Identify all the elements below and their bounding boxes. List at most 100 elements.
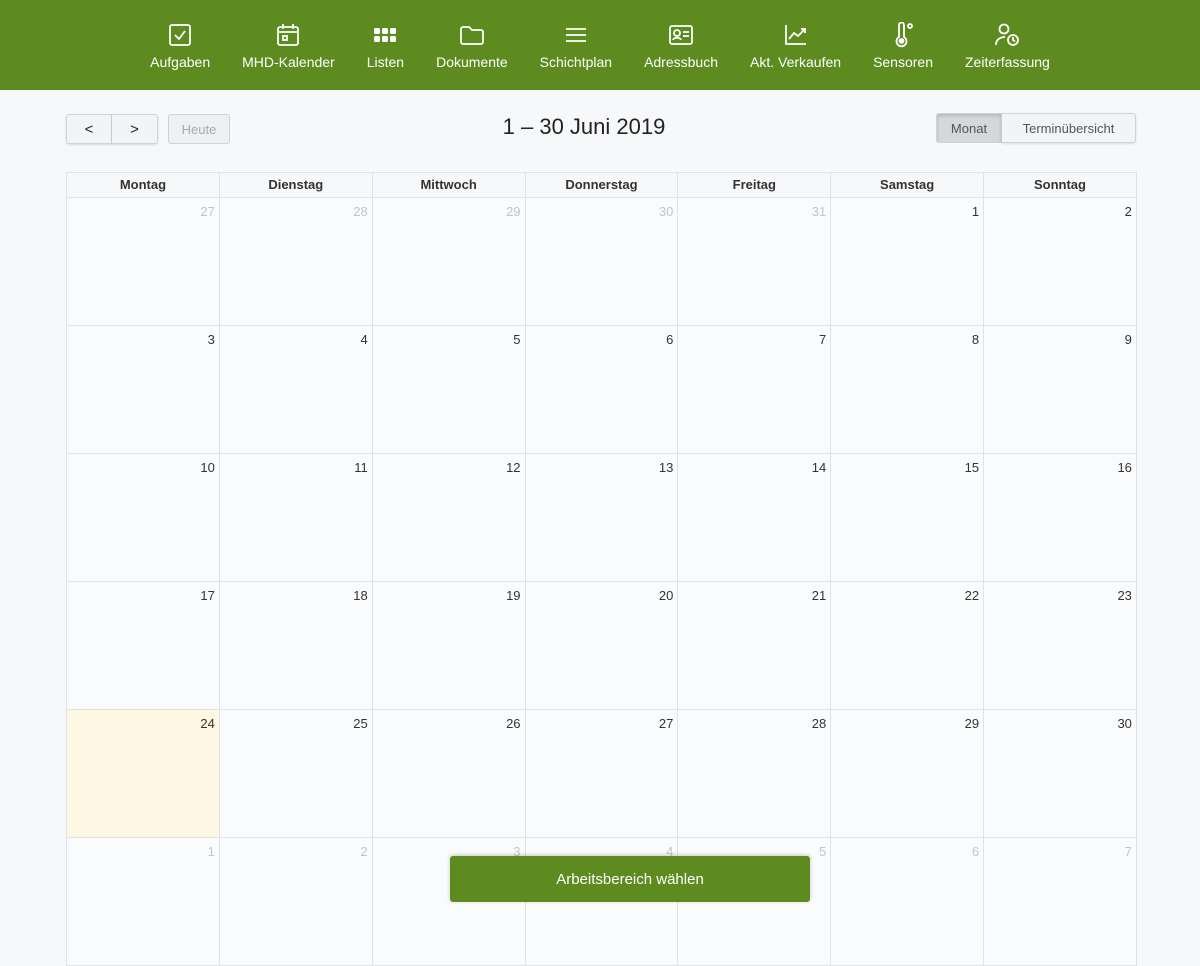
- day-number: 5: [513, 332, 521, 347]
- nav-item-zeiterfassung[interactable]: Zeiterfassung: [949, 22, 1066, 70]
- day-cell[interactable]: 5: [372, 326, 526, 453]
- day-number: 2: [1124, 204, 1132, 219]
- day-number: 2: [360, 844, 368, 859]
- nav-item-listen[interactable]: Listen: [351, 22, 420, 70]
- day-cell[interactable]: 6: [831, 838, 985, 965]
- day-cell[interactable]: 4: [219, 326, 373, 453]
- month-view-button[interactable]: Monat: [936, 113, 1002, 143]
- nav-label: Dokumente: [436, 54, 508, 70]
- day-number: 23: [1117, 588, 1132, 603]
- day-cell[interactable]: 2: [219, 838, 373, 965]
- day-number: 29: [964, 716, 980, 731]
- nav-label: Akt. Verkaufen: [750, 54, 842, 70]
- day-cell[interactable]: 26: [372, 710, 526, 837]
- day-number: 27: [200, 204, 215, 219]
- day-number: 31: [811, 204, 827, 219]
- day-cell[interactable]: 29: [372, 198, 526, 325]
- nav-item-adressbuch[interactable]: Adressbuch: [628, 22, 734, 70]
- day-number: 25: [353, 716, 368, 731]
- lines-icon: [565, 28, 586, 42]
- day-number: 30: [658, 204, 674, 219]
- day-cell[interactable]: 30: [525, 198, 679, 325]
- day-number: 16: [1117, 460, 1132, 475]
- day-cell[interactable]: 28: [678, 710, 832, 837]
- day-cell[interactable]: 21: [678, 582, 832, 709]
- day-cell[interactable]: 2: [984, 198, 1137, 325]
- calendar-toolbar: < > Heute 1 – 30 Juni 2019 Monat Terminü…: [66, 112, 1136, 146]
- folder-icon: [459, 26, 484, 45]
- day-cell[interactable]: 14: [678, 454, 832, 581]
- nav-list: Aufgaben MHD-Kalender Listen Dokumente S…: [134, 22, 1066, 70]
- nav-label: Schichtplan: [539, 54, 613, 70]
- day-cell[interactable]: 11: [219, 454, 373, 581]
- day-number: 22: [964, 588, 980, 603]
- day-number: 7: [1124, 844, 1132, 859]
- weekday-header: Mittwoch: [373, 173, 526, 197]
- nav-label: Zeiterfassung: [965, 54, 1050, 70]
- grid-icon: [374, 28, 397, 42]
- day-cell[interactable]: 20: [525, 582, 679, 709]
- nav-item-akt-verkaufen[interactable]: Akt. Verkaufen: [734, 22, 857, 70]
- nav-item-dokumente[interactable]: Dokumente: [420, 22, 524, 70]
- calendar-icon: [277, 24, 300, 46]
- day-cell[interactable]: 29: [831, 710, 985, 837]
- day-number: 1: [207, 844, 215, 859]
- nav-item-sensoren[interactable]: Sensoren: [857, 22, 949, 70]
- day-cell[interactable]: 8: [831, 326, 985, 453]
- nav-item-mhd-kalender[interactable]: MHD-Kalender: [226, 22, 351, 70]
- day-number: 7: [818, 332, 827, 347]
- check-square-icon: [169, 24, 192, 46]
- weekday-header: Sonntag: [984, 173, 1137, 197]
- day-number: 27: [658, 716, 674, 731]
- day-cell[interactable]: 1: [831, 198, 985, 325]
- day-cell[interactable]: 7: [984, 838, 1137, 965]
- day-cell[interactable]: 7: [678, 326, 832, 453]
- day-cell[interactable]: 9: [984, 326, 1137, 453]
- day-number: 26: [506, 716, 521, 731]
- day-cell[interactable]: 31: [678, 198, 832, 325]
- day-cell-today[interactable]: 24: [67, 710, 220, 837]
- day-cell[interactable]: 27: [67, 198, 220, 325]
- weekday-header: Samstag: [831, 173, 985, 197]
- day-number: 13: [658, 460, 674, 475]
- day-cell[interactable]: 10: [67, 454, 220, 581]
- day-cell[interactable]: 23: [984, 582, 1137, 709]
- day-cell[interactable]: 16: [984, 454, 1137, 581]
- trend-chart-icon: [784, 25, 806, 45]
- day-cell[interactable]: 22: [831, 582, 985, 709]
- day-cell[interactable]: 19: [372, 582, 526, 709]
- day-cell[interactable]: 30: [984, 710, 1137, 837]
- day-cell[interactable]: 13: [525, 454, 679, 581]
- day-number: 28: [811, 716, 827, 731]
- week-row: 17 18 19 20 21 22 23: [67, 582, 1137, 710]
- choose-workspace-button[interactable]: Arbeitsbereich wählen: [450, 856, 810, 902]
- day-number: 24: [200, 716, 215, 731]
- day-cell[interactable]: 27: [525, 710, 679, 837]
- day-cell[interactable]: 12: [372, 454, 526, 581]
- day-cell[interactable]: 15: [831, 454, 985, 581]
- day-number: 30: [1117, 716, 1132, 731]
- overview-view-button[interactable]: Terminübersicht: [1002, 113, 1136, 143]
- contact-card-icon: [669, 25, 693, 45]
- nav-item-schichtplan[interactable]: Schichtplan: [524, 22, 628, 70]
- day-number: 8: [971, 332, 980, 347]
- top-navigation-bar: Aufgaben MHD-Kalender Listen Dokumente S…: [0, 0, 1200, 90]
- day-cell[interactable]: 6: [525, 326, 679, 453]
- week-row: 27 28 29 30 31 1 2: [67, 198, 1137, 326]
- day-number: 11: [354, 460, 368, 475]
- nav-item-aufgaben[interactable]: Aufgaben: [134, 22, 226, 70]
- day-cell[interactable]: 18: [219, 582, 373, 709]
- day-cell[interactable]: 3: [67, 326, 220, 453]
- day-cell[interactable]: 17: [67, 582, 220, 709]
- day-cell[interactable]: 25: [219, 710, 373, 837]
- nav-label: Adressbuch: [644, 54, 718, 70]
- day-number: 21: [811, 588, 827, 603]
- day-cell[interactable]: 1: [67, 838, 220, 965]
- day-number: 18: [353, 588, 368, 603]
- day-number: 3: [207, 332, 215, 347]
- day-number: 14: [811, 460, 827, 475]
- month-calendar-grid: Montag Dienstag Mittwoch Donnerstag Freitag S…: [66, 172, 1137, 966]
- day-cell[interactable]: 28: [219, 198, 373, 325]
- day-number: 20: [658, 588, 674, 603]
- day-number: 4: [360, 332, 368, 347]
